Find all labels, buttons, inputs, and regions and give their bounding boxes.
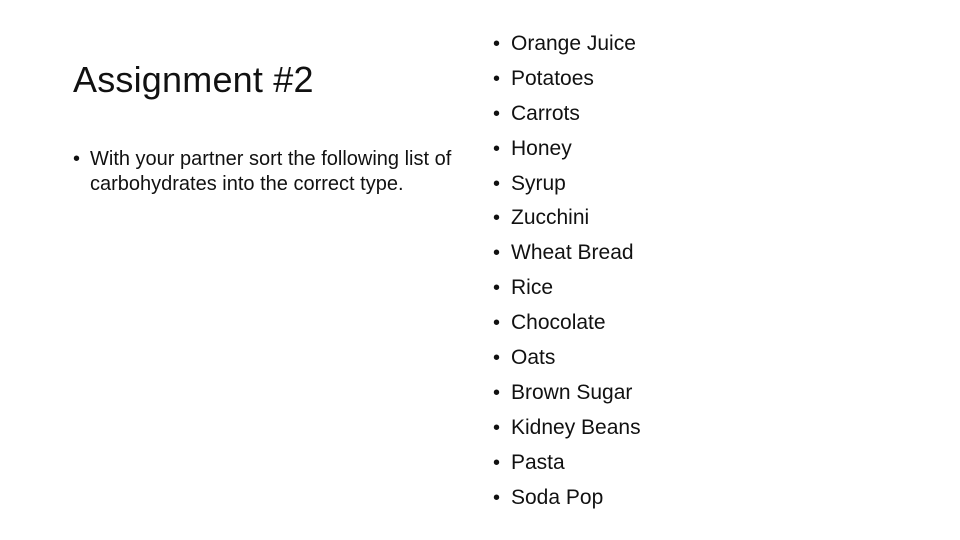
instruction-item: • With your partner sort the following l… [73, 147, 473, 197]
list-item: • Chocolate [493, 306, 641, 341]
bullet-icon: • [493, 67, 501, 90]
list-item-text: Carrots [511, 101, 580, 125]
bullet-icon: • [73, 148, 81, 170]
bullet-icon: • [493, 381, 501, 404]
slide: Assignment #2 • With your partner sort t… [0, 0, 960, 540]
list-item: • Potatoes [493, 62, 641, 97]
list-item: • Orange Juice [493, 27, 641, 62]
list-item-text: Brown Sugar [511, 380, 633, 404]
list-item: • Pasta [493, 446, 641, 481]
list-item: • Syrup [493, 167, 641, 202]
list-item-text: Rice [511, 276, 554, 300]
bullet-icon: • [493, 172, 501, 195]
instruction-text: With your partner sort the following lis… [90, 148, 452, 195]
bullet-icon: • [493, 242, 501, 265]
list-item-text: Wheat Bread [511, 241, 634, 265]
list-item-text: Oats [511, 346, 556, 370]
bullet-icon: • [493, 207, 501, 230]
list-item-text: Zucchini [511, 206, 590, 230]
list-item-text: Pasta [511, 450, 565, 474]
bullet-icon: • [493, 277, 501, 300]
list-item: • Wheat Bread [493, 236, 641, 271]
bullet-icon: • [493, 451, 501, 474]
list-item: • Rice [493, 271, 641, 306]
slide-title: Assignment #2 [73, 59, 314, 100]
list-item-text: Chocolate [511, 311, 606, 335]
list-item-text: Orange Juice [511, 32, 636, 55]
bullet-icon: • [493, 486, 501, 509]
carbohydrate-list: • Orange Juice • Potatoes • Carrots • Honey • Syr… [493, 27, 641, 515]
instructions-list: • With your partner sort the following l… [73, 147, 473, 197]
list-item-text: Soda Pop [511, 485, 604, 509]
list-item: • Zucchini [493, 201, 641, 236]
bullet-icon: • [493, 347, 501, 370]
bullet-icon: • [493, 312, 501, 335]
bullet-icon: • [493, 416, 501, 439]
bullet-icon: • [493, 33, 501, 55]
list-item: • Soda Pop [493, 481, 641, 516]
list-item: • Oats [493, 341, 641, 376]
list-item-text: Honey [511, 136, 572, 160]
list-item-text: Syrup [511, 171, 566, 195]
list-item: • Honey [493, 132, 641, 167]
list-item: • Kidney Beans [493, 411, 641, 446]
list-item: • Carrots [493, 97, 641, 132]
list-item-text: Potatoes [511, 66, 594, 90]
bullet-icon: • [493, 137, 501, 160]
list-item-text: Kidney Beans [511, 415, 641, 439]
bullet-icon: • [493, 102, 501, 125]
list-item: • Brown Sugar [493, 376, 641, 411]
